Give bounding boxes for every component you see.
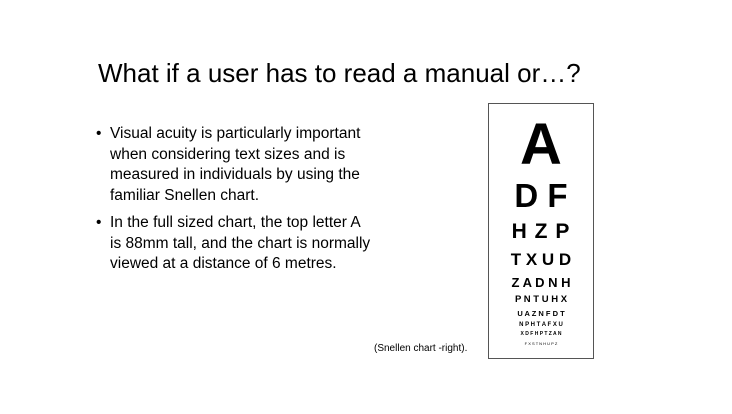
bullet-item: • In the full sized chart, the top lette…	[96, 213, 371, 275]
snellen-row: P N T U H X	[514, 294, 568, 305]
bullet-text: In the full sized chart, the top letter …	[110, 214, 371, 272]
slide-title: What if a user has to read a manual or…?	[98, 58, 581, 88]
snellen-row: X D F H P T Z A N	[520, 331, 562, 337]
snellen-row: D F	[514, 177, 568, 214]
snellen-row: F X S T N H U P Z	[524, 341, 558, 346]
snellen-chart: A D F H Z P T X U D Z A D N H P N T U H …	[488, 103, 594, 359]
snellen-row: H Z P	[511, 220, 571, 243]
bullet-glyph: •	[96, 214, 102, 231]
bullet-item: • Visual acuity is particularly importan…	[96, 124, 371, 206]
bullet-list: • Visual acuity is particularly importan…	[96, 124, 371, 282]
snellen-row: T X U D	[510, 250, 572, 269]
bullet-glyph: •	[96, 125, 102, 142]
snellen-row: A	[520, 112, 562, 177]
snellen-row: Z A D N H	[511, 275, 571, 290]
bullet-text: Visual acuity is particularly important …	[110, 125, 361, 204]
snellen-row: N P H T A F X U	[519, 322, 563, 328]
chart-caption: (Snellen chart -right).	[374, 343, 468, 354]
snellen-row: U A Z N F D T	[517, 309, 565, 318]
